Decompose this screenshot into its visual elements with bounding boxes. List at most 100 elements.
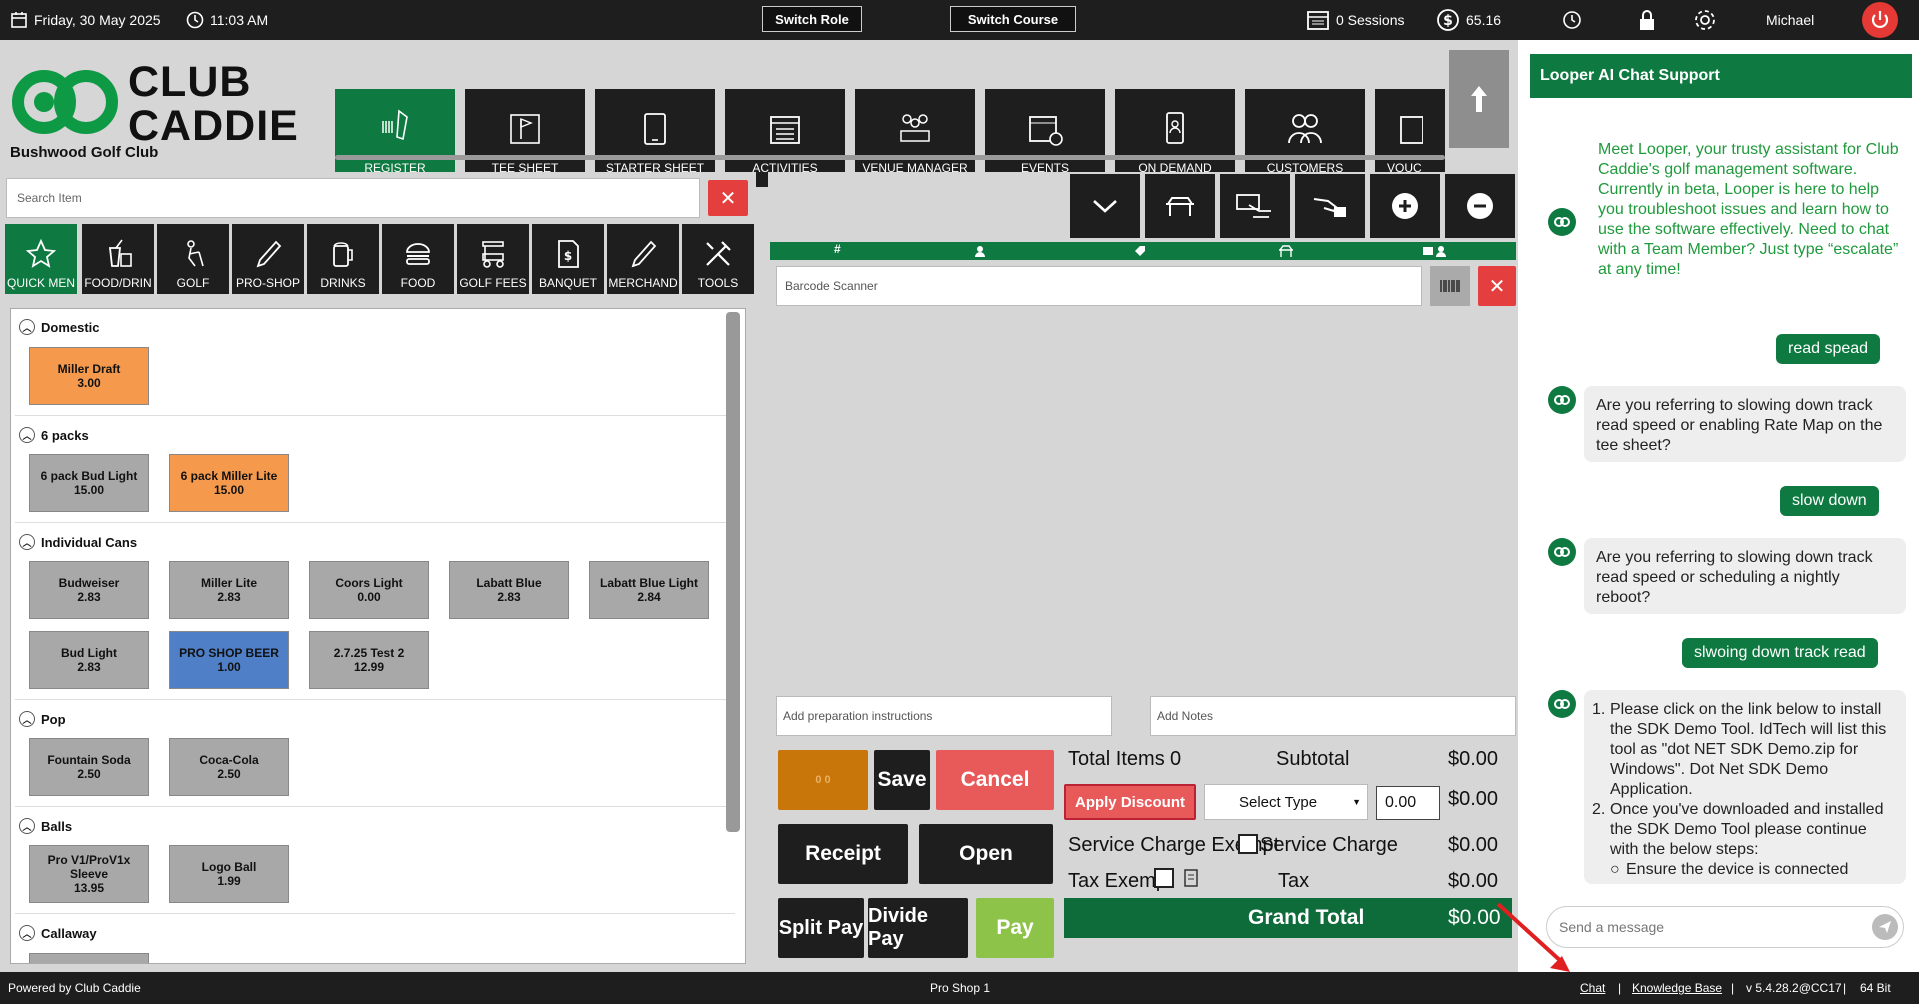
barcode-button[interactable] <box>1430 266 1470 306</box>
item-tile[interactable]: Miller Lite 2.83 <box>169 561 289 619</box>
item-tile[interactable]: Budweiser 2.83 <box>29 561 149 619</box>
clock-icon <box>1563 11 1581 29</box>
item-name: Coors Light <box>335 576 403 590</box>
card-swipe-button[interactable] <box>1220 174 1290 238</box>
knowledge-base-link[interactable]: Knowledge Base <box>1632 981 1722 995</box>
remove-item-button[interactable] <box>1445 174 1515 238</box>
apply-discount-button[interactable]: Apply Discount <box>1064 784 1196 820</box>
category-tools[interactable]: TOOLS <box>682 224 754 294</box>
category-food-drink[interactable]: FOOD/DRIN <box>82 224 154 294</box>
item-price: 15.00 <box>213 483 245 497</box>
item-tile[interactable]: Coca-Cola 2.50 <box>169 738 289 796</box>
discount-type-select[interactable]: Select Type ▼ <box>1204 784 1368 820</box>
clear-search-button[interactable]: ✕ <box>708 180 748 216</box>
service-charge-exempt-checkbox[interactable] <box>1238 834 1258 854</box>
preparation-input[interactable]: Add preparation instructions <box>776 696 1112 736</box>
chat-intro-message: Meet Looper, your trusty assistant for C… <box>1598 141 1899 278</box>
card-person-icon <box>1423 246 1446 257</box>
item-name: Bud Light <box>61 646 117 660</box>
item-price: 2.50 <box>217 767 241 781</box>
item-tile[interactable]: Pro V1/ProV1x Sleeve 13.95 <box>29 845 149 903</box>
grand-total-bar: Grand Total $0.00 <box>1064 898 1512 938</box>
item-tile[interactable]: Miller Draft 3.00 <box>29 347 149 405</box>
search-input[interactable]: Search Item <box>6 178 700 218</box>
item-tile[interactable]: PRO SHOP BEER 1.00 <box>169 631 289 689</box>
scroll-up-button[interactable] <box>1449 50 1509 148</box>
register-panel: # Barcode Scanner ✕ Add preparation inst… <box>768 172 1516 972</box>
save-button[interactable]: Save <box>874 750 930 810</box>
category-banquet[interactable]: $ BANQUET <box>532 224 604 294</box>
section-6-packs[interactable]: ︿ 6 packs <box>19 427 89 443</box>
document-icon[interactable] <box>1182 868 1200 888</box>
table-button[interactable] <box>1145 174 1215 238</box>
powered-by: Powered by Club Caddie <box>8 981 141 995</box>
customers-icon <box>1288 114 1322 144</box>
category-golf[interactable]: GOLF <box>157 224 229 294</box>
barcode-input[interactable]: Barcode Scanner <box>776 266 1422 306</box>
total-items-label: Total Items <box>1068 748 1165 770</box>
section-balls[interactable]: ︿ Balls <box>19 818 72 834</box>
item-tile[interactable]: Labatt Blue 2.83 <box>449 561 569 619</box>
category-quick-menu[interactable]: QUICK MEN <box>5 224 77 294</box>
item-tile[interactable]: Fountain Soda 2.50 <box>29 738 149 796</box>
send-button[interactable] <box>1872 914 1898 940</box>
nav-scrollbar[interactable] <box>335 155 1445 160</box>
grand-total-label: Grand Total <box>1248 906 1365 929</box>
item-tile[interactable]: 6 pack Miller Lite 15.00 <box>169 454 289 512</box>
settings-button[interactable] <box>1692 0 1718 40</box>
logo-wordmark: CLUB CADDIE <box>128 60 299 148</box>
section-pop[interactable]: ︿ Pop <box>19 711 66 727</box>
tab-counter-text: 0 0 <box>815 774 831 786</box>
add-item-button[interactable] <box>1370 174 1440 238</box>
discount-value-input[interactable]: 0.00 <box>1376 786 1440 820</box>
chat-message-input[interactable]: Send a message <box>1546 906 1904 948</box>
clear-barcode-button[interactable]: ✕ <box>1478 266 1516 306</box>
section-individual-cans[interactable]: ︿ Individual Cans <box>19 534 137 550</box>
table-icon <box>1279 245 1293 257</box>
split-pay-button[interactable]: Split Pay <box>778 898 864 958</box>
item-tile[interactable]: 2.7.25 Test 2 12.99 <box>309 631 429 689</box>
item-tile[interactable]: Logo Ball 1.99 <box>169 845 289 903</box>
list-number: 1. <box>1592 701 1606 718</box>
item-tile[interactable]: Coors Light 0.00 <box>309 561 429 619</box>
chat-link[interactable]: Chat <box>1580 981 1605 995</box>
expand-button[interactable] <box>1070 174 1140 238</box>
tab-counter-button[interactable]: 0 0 <box>778 750 868 810</box>
item-tile[interactable] <box>29 953 149 963</box>
category-pro-shop[interactable]: PRO-SHOP <box>232 224 304 294</box>
category-merchandise[interactable]: MERCHAND <box>607 224 679 294</box>
lock-button[interactable] <box>1638 0 1656 40</box>
notes-input[interactable]: Add Notes <box>1150 696 1516 736</box>
footer-separator: | <box>1843 981 1847 995</box>
user-name[interactable]: Michael <box>1766 0 1814 40</box>
section-domestic[interactable]: ︿ Domestic <box>19 319 100 335</box>
item-tile[interactable]: Labatt Blue Light 2.84 <box>589 561 709 619</box>
voucher-icon <box>1400 116 1423 144</box>
switch-role-button[interactable]: Switch Role <box>762 6 862 32</box>
pay-button[interactable]: Pay <box>976 898 1054 958</box>
item-tile[interactable]: 6 pack Bud Light 15.00 <box>29 454 149 512</box>
beer-mug-icon <box>333 242 353 267</box>
receipt-button[interactable]: Receipt <box>778 824 908 884</box>
payment-hand-button[interactable] <box>1295 174 1365 238</box>
category-golf-fees[interactable]: GOLF FEES <box>457 224 529 294</box>
person-icon <box>975 246 985 257</box>
section-callaway[interactable]: ︿ Callaway <box>19 925 97 941</box>
category-food[interactable]: FOOD <box>382 224 454 294</box>
item-tile[interactable]: Bud Light 2.83 <box>29 631 149 689</box>
list-text: Once you've downloaded and installed the… <box>1610 801 1884 858</box>
divider <box>15 415 735 416</box>
item-name: 2.7.25 Test 2 <box>333 646 405 660</box>
switch-course-button[interactable]: Switch Course <box>950 6 1076 32</box>
logout-button[interactable] <box>1862 2 1898 38</box>
category-drinks[interactable]: DRINKS <box>307 224 379 294</box>
open-button[interactable]: Open <box>919 824 1053 884</box>
list-item: 1. Please click on the link below to inst… <box>1592 700 1894 800</box>
item-list-scrollbar[interactable] <box>726 312 740 832</box>
divide-pay-button[interactable]: Divide Pay <box>868 898 968 958</box>
history-button[interactable] <box>1562 0 1582 40</box>
balance-display[interactable]: $ 65.16 <box>1436 0 1501 40</box>
sessions-button[interactable]: 0 Sessions <box>1306 0 1404 40</box>
tax-exempt-checkbox[interactable] <box>1154 868 1174 888</box>
cancel-button[interactable]: Cancel <box>936 750 1054 810</box>
